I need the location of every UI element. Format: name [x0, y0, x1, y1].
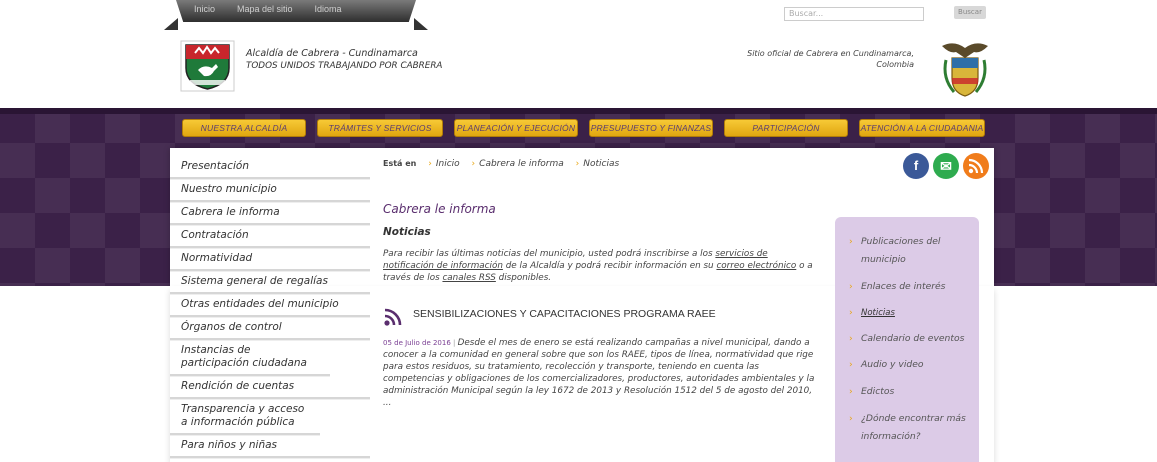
chevron-right-icon: › — [849, 236, 853, 247]
purple-banner-top-stripe — [0, 108, 1157, 114]
chevron-right-icon: › — [849, 359, 853, 370]
sidebar-item-contratacion[interactable]: Contratación — [170, 225, 370, 248]
official-site-text: Sitio oficial de Cabrera en Cundinamarca… — [730, 48, 914, 70]
right-item-publicaciones[interactable]: › Publicaciones del municipio — [849, 233, 974, 269]
facebook-icon[interactable]: f — [903, 153, 929, 179]
colombia-coat-of-arms-icon — [942, 43, 988, 97]
news-date: 05 de Julio de 2016 — [383, 339, 451, 347]
right-item-label: ¿Dónde encontrar más información? — [861, 413, 966, 442]
sidebar-item-instancias-participacion[interactable]: Instancias de participación ciudadana — [170, 340, 330, 376]
nav-planeacion-ejecucion[interactable]: PLANEACIÓN Y EJECUCIÓN — [454, 119, 578, 137]
search-button[interactable]: Buscar — [954, 6, 986, 19]
chevron-right-icon: › — [849, 333, 853, 344]
right-item-label: Edictos — [861, 386, 895, 397]
top-link-inicio[interactable]: Inicio — [194, 4, 215, 14]
right-item-label: Calendario de eventos — [861, 333, 965, 344]
cabrera-shield-logo[interactable] — [180, 40, 235, 92]
nav-nuestra-alcaldia[interactable]: NUESTRA ALCALDÍA — [182, 119, 306, 137]
sidebar-item-otras-entidades[interactable]: Otras entidades del municipio — [170, 294, 370, 317]
official-line-1: Sitio oficial de Cabrera en Cundinamarca… — [747, 49, 914, 58]
right-item-edictos[interactable]: › Edictos — [849, 383, 974, 401]
search-input[interactable]: Buscar... — [784, 7, 924, 21]
right-item-calendario[interactable]: › Calendario de eventos — [849, 330, 974, 348]
news-date-separator: | — [450, 339, 458, 347]
intro-text-2: de la Alcaldía y podrá recibir informaci… — [502, 261, 717, 271]
link-canales-rss[interactable]: canales RSS — [442, 273, 495, 283]
nav-atencion-ciudadania[interactable]: ATENCIÓN A LA CIUDADANIA — [859, 119, 985, 137]
sidebar-item-presentacion[interactable]: Presentación — [170, 156, 370, 179]
chevron-right-icon: › — [428, 159, 432, 169]
top-links-bar: Inicio Mapa del sitio Idioma — [164, 0, 428, 30]
breadcrumb-inicio[interactable]: Inicio — [436, 159, 460, 169]
rss-icon[interactable] — [963, 153, 989, 179]
right-item-audio-video[interactable]: › Audio y video — [849, 356, 974, 374]
right-item-noticias[interactable]: › Noticias — [849, 304, 974, 322]
top-link-idioma[interactable]: Idioma — [315, 4, 342, 14]
breadcrumb: Está en › Inicio › Cabrera le informa › Not… — [383, 159, 619, 169]
chevron-right-icon: › — [849, 307, 853, 318]
sidebar-item-cabrera-le-informa[interactable]: Cabrera le informa — [170, 202, 370, 225]
page-title: Cabrera le informa — [383, 202, 496, 216]
breadcrumb-cabrera-le-informa[interactable]: Cabrera le informa — [479, 159, 564, 169]
nav-tramites-servicios[interactable]: TRÁMITES Y SERVICIOS — [317, 119, 443, 137]
breadcrumb-label: Está en — [383, 159, 417, 168]
sidebar-item-nuestro-municipio[interactable]: Nuestro municipio — [170, 179, 370, 202]
nav-presupuesto-finanzas[interactable]: PRESUPUESTO Y FINANZAS — [589, 119, 713, 137]
chevron-right-icon: › — [849, 413, 853, 424]
top-bar-right-wing — [414, 18, 428, 30]
right-item-donde-encontrar[interactable]: › ¿Dónde encontrar más información? — [849, 410, 974, 446]
link-correo-electronico[interactable]: correo electrónico — [716, 261, 796, 271]
right-item-label: Publicaciones del municipio — [861, 236, 941, 265]
sidebar-item-rendicion-cuentas[interactable]: Rendición de cuentas — [170, 376, 370, 399]
site-subtitle: TODOS UNIDOS TRABAJANDO POR CABRERA — [246, 61, 443, 71]
top-link-mapa[interactable]: Mapa del sitio — [237, 4, 293, 14]
news-summary: 05 de Julio de 2016 | Desde el mes de en… — [383, 337, 817, 409]
news-title[interactable]: SENSIBILIZACIONES Y CAPACITACIONES PROGR… — [413, 308, 716, 320]
official-line-2: Colombia — [876, 60, 914, 69]
sidebar-item-ninos-ninas[interactable]: Para niños y niñas — [170, 435, 370, 458]
nav-participacion[interactable]: PARTICIPACIÓN — [724, 119, 848, 137]
intro-text-1: Para recibir las últimas noticias del mu… — [383, 249, 716, 259]
sidebar-item-organos-control[interactable]: Órganos de control — [170, 317, 370, 340]
section-title: Noticias — [383, 226, 431, 238]
chevron-right-icon: › — [575, 159, 580, 169]
news-rss-icon — [384, 308, 402, 326]
chevron-right-icon: › — [849, 386, 853, 397]
right-sidebar-box: › Publicaciones del municipio › Enlaces de… — [835, 217, 979, 462]
right-item-label: Noticias — [861, 308, 895, 318]
sidebar-item-transparencia[interactable]: Transparencia y acceso a información púb… — [170, 399, 320, 435]
news-body-text: Desde el mes de enero se está realizando… — [383, 338, 815, 408]
right-item-enlaces[interactable]: › Enlaces de interés — [849, 278, 974, 296]
intro-text-4: disponibles. — [495, 273, 552, 283]
intro-paragraph: Para recibir las últimas noticias del mu… — [383, 248, 818, 284]
breadcrumb-noticias: Noticias — [583, 159, 620, 169]
sidebar-item-normatividad[interactable]: Normatividad — [170, 248, 370, 271]
left-sidebar-menu: Presentación Nuestro municipio Cabrera l… — [170, 156, 370, 458]
sidebar-item-regalias[interactable]: Sistema general de regalías — [170, 271, 370, 294]
site-title: Alcaldía de Cabrera - Cundinamarca — [246, 48, 418, 59]
chevron-right-icon: › — [471, 159, 476, 169]
main-navigation: NUESTRA ALCALDÍA TRÁMITES Y SERVICIOS PL… — [182, 119, 985, 137]
right-item-label: Enlaces de interés — [861, 281, 946, 292]
right-item-label: Audio y video — [861, 359, 924, 370]
site-name: Alcaldía de Cabrera - Cundinamarca TODOS… — [246, 48, 442, 72]
top-bar-left-wing — [164, 18, 178, 30]
chevron-right-icon: › — [849, 281, 853, 292]
email-icon[interactable]: ✉ — [933, 153, 959, 179]
top-links: Inicio Mapa del sitio Idioma — [194, 4, 342, 14]
